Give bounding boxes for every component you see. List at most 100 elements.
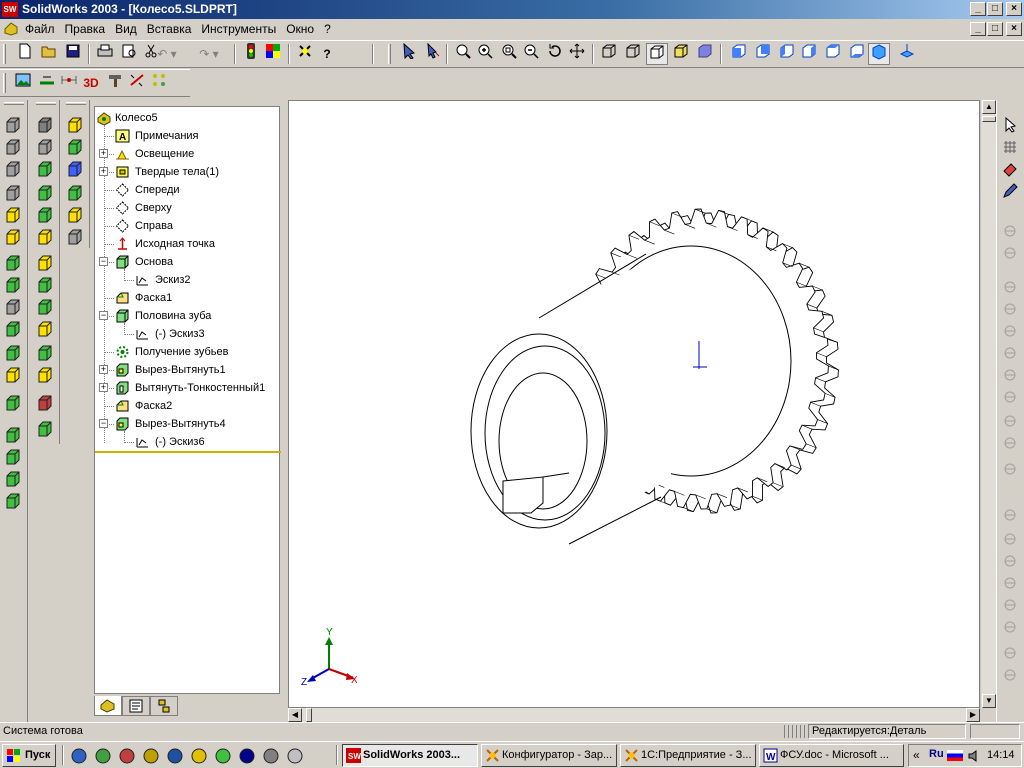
gear-model[interactable] <box>289 101 981 709</box>
eraser-icon[interactable] <box>1001 160 1021 180</box>
grid-icon[interactable] <box>148 72 170 94</box>
measure-icon[interactable] <box>126 72 148 94</box>
view-bottom-icon[interactable] <box>846 43 868 65</box>
task-1c[interactable]: 1С:Предприятие - З... <box>620 744 756 767</box>
hidden-lines-removed-icon[interactable] <box>646 43 668 65</box>
feature-tool-icon[interactable] <box>36 420 56 440</box>
feature-manager-tree[interactable]: Колесо5 A Примечания + Освещение + Твердые те… <box>94 106 281 694</box>
sketch-tool-icon[interactable] <box>1001 552 1021 572</box>
sketch-tool-icon[interactable] <box>1001 596 1021 616</box>
rotate-icon[interactable] <box>544 43 566 65</box>
sketch-pen-icon[interactable] <box>1001 182 1021 202</box>
view-top-icon[interactable] <box>822 43 844 65</box>
quick-launch-icon[interactable] <box>94 747 112 765</box>
sketch-tool-icon[interactable] <box>1001 322 1021 342</box>
feature-tool-icon[interactable] <box>4 254 24 274</box>
select-filter-tool-icon[interactable] <box>294 43 316 65</box>
feature-tool-icon[interactable] <box>4 426 24 446</box>
zoom-out-icon[interactable] <box>520 43 542 65</box>
feature-tool-icon[interactable] <box>66 206 86 226</box>
menu-tools[interactable]: Инструменты <box>196 19 281 39</box>
quick-launch-icon[interactable] <box>262 747 280 765</box>
save-icon[interactable] <box>62 43 84 65</box>
task-configurator[interactable]: Конфигуратор - Зар... <box>481 744 617 767</box>
close-button[interactable]: × <box>1006 2 1022 16</box>
feature-tool-icon[interactable] <box>36 366 56 386</box>
pan-icon[interactable] <box>566 43 588 65</box>
menu-window[interactable]: Окно <box>281 19 319 39</box>
expand-toggle[interactable]: + <box>99 149 108 158</box>
doc-minimize-button[interactable]: _ <box>970 22 986 36</box>
feature-tool-icon[interactable] <box>4 470 24 490</box>
scroll-right-button[interactable]: ▶ <box>966 708 980 722</box>
feature-tool-icon[interactable] <box>4 160 24 180</box>
help-icon[interactable]: ? <box>316 43 338 65</box>
sketch-icon[interactable] <box>36 72 58 94</box>
sketch-tool-icon[interactable] <box>1001 278 1021 298</box>
feature-tool-icon[interactable] <box>66 116 86 136</box>
feature-tool-icon[interactable] <box>4 276 24 296</box>
feature-tool-icon[interactable] <box>66 160 86 180</box>
feature-tool-icon[interactable] <box>36 160 56 180</box>
sketch-tool-icon[interactable] <box>1001 618 1021 638</box>
property-manager-tab[interactable] <box>122 696 150 716</box>
sketch-tool-icon[interactable] <box>1001 574 1021 594</box>
view-normal-icon[interactable] <box>896 43 918 65</box>
expand-toggle[interactable]: − <box>99 257 108 266</box>
select-arrow-icon[interactable] <box>1001 116 1021 136</box>
quick-launch-icon[interactable] <box>166 747 184 765</box>
feature-tool-icon[interactable] <box>36 206 56 226</box>
image-icon[interactable] <box>12 72 34 94</box>
view-front-icon[interactable] <box>728 43 750 65</box>
feature-tool-icon[interactable] <box>36 228 56 248</box>
sketch-tool-icon[interactable] <box>1001 460 1021 480</box>
feature-tool-icon[interactable] <box>4 448 24 468</box>
feature-tool-icon[interactable] <box>36 184 56 204</box>
feature-tool-icon[interactable] <box>66 228 86 248</box>
zoom-fit-icon[interactable] <box>452 43 474 65</box>
split-handle[interactable] <box>982 116 996 122</box>
feature-tool-icon[interactable] <box>66 184 86 204</box>
menu-edit[interactable]: Правка <box>60 19 111 39</box>
feature-tool-icon[interactable] <box>4 492 24 512</box>
menu-insert[interactable]: Вставка <box>142 19 197 39</box>
shaded-edges-icon[interactable] <box>670 43 692 65</box>
h-split-handle[interactable] <box>306 708 312 722</box>
undo-icon[interactable]: ↶ ▾ <box>152 43 182 65</box>
menu-help[interactable]: ? <box>319 19 336 39</box>
feature-tool-icon[interactable] <box>36 298 56 318</box>
menu-view[interactable]: Вид <box>110 19 142 39</box>
expand-toggle[interactable]: + <box>99 365 108 374</box>
sketch-tool-icon[interactable] <box>1001 644 1021 664</box>
sketch-tool-icon[interactable] <box>1001 530 1021 550</box>
3d-text-icon[interactable]: 3D <box>80 72 102 94</box>
feature-tool-icon[interactable] <box>36 344 56 364</box>
feature-tool-icon[interactable] <box>36 116 56 136</box>
feature-tool-icon[interactable] <box>4 184 24 204</box>
hammer-icon[interactable] <box>104 72 126 94</box>
quick-launch-icon[interactable] <box>118 747 136 765</box>
sketch-tool-icon[interactable] <box>1001 388 1021 408</box>
feature-tool-icon[interactable] <box>36 320 56 340</box>
feature-tool-icon[interactable] <box>4 298 24 318</box>
view-isometric-icon[interactable] <box>868 43 890 65</box>
feature-manager-tab[interactable] <box>94 696 122 716</box>
view-left-icon[interactable] <box>776 43 798 65</box>
open-icon[interactable] <box>38 43 60 65</box>
expand-toggle[interactable]: + <box>99 383 108 392</box>
sketch-tool-icon[interactable] <box>1001 666 1021 686</box>
feature-tool-icon[interactable] <box>4 394 24 414</box>
quick-launch-icon[interactable] <box>142 747 160 765</box>
expand-toggle[interactable]: − <box>99 419 108 428</box>
sketch-tool-icon[interactable] <box>1001 506 1021 526</box>
grid-toggle-icon[interactable] <box>1001 138 1021 158</box>
quick-launch-icon[interactable] <box>190 747 208 765</box>
sketch-tool-icon[interactable] <box>1001 244 1021 264</box>
doc-restore-button[interactable]: □ <box>987 22 1003 36</box>
print-icon[interactable] <box>94 43 116 65</box>
sketch-tool-icon[interactable] <box>1001 434 1021 454</box>
redo-icon[interactable]: ↷ ▾ <box>194 43 224 65</box>
feature-tool-icon[interactable] <box>36 394 56 414</box>
rollback-bar[interactable] <box>95 451 281 453</box>
feature-tool-icon[interactable] <box>4 116 24 136</box>
